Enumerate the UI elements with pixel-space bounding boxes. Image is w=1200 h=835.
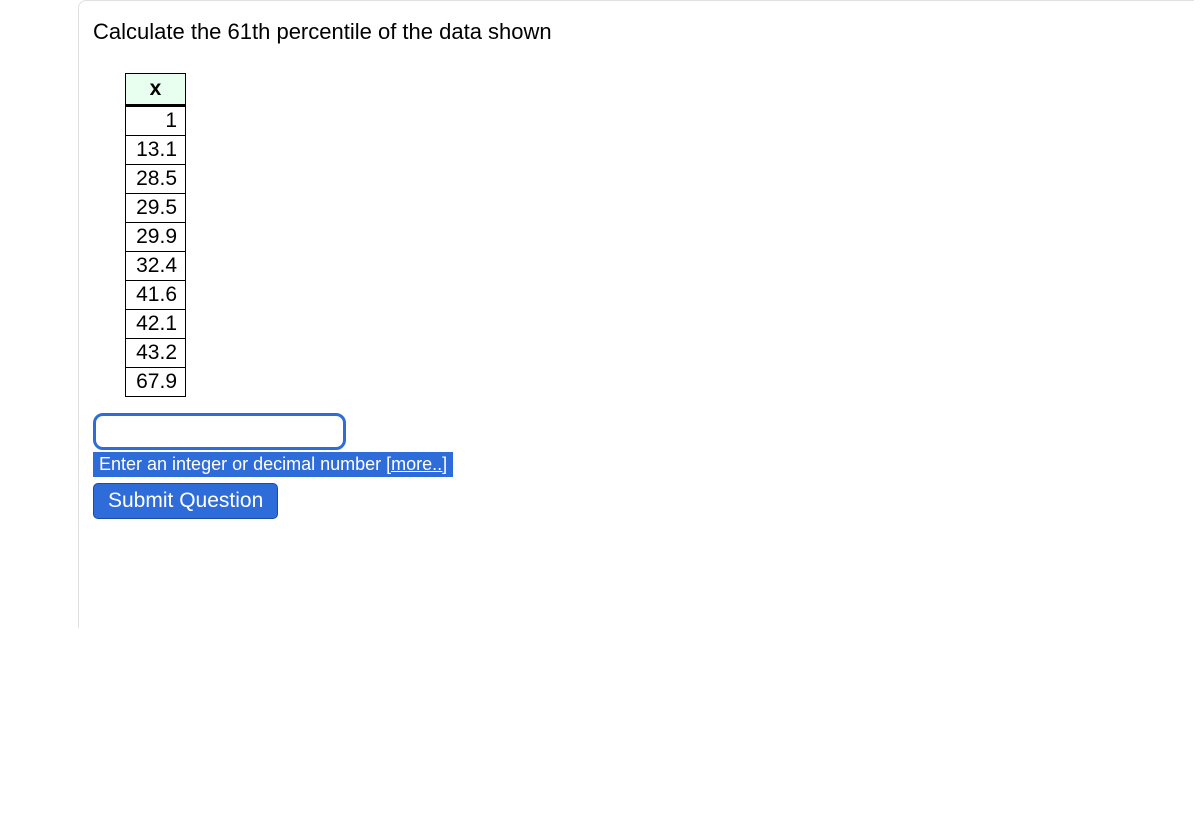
table-header-x: x — [126, 74, 186, 106]
table-cell: 43.2 — [126, 339, 186, 368]
table-cell: 42.1 — [126, 310, 186, 339]
question-container: Calculate the 61th percentile of the dat… — [78, 0, 1194, 628]
table-cell: 29.9 — [126, 223, 186, 252]
table-cell: 67.9 — [126, 368, 186, 397]
table-cell: 29.5 — [126, 194, 186, 223]
data-table: x 1 13.1 28.5 29.5 29.9 32.4 41.6 42.1 4… — [125, 73, 186, 397]
table-cell: 41.6 — [126, 281, 186, 310]
hint-text: Enter an integer or decimal number — [99, 454, 386, 474]
table-cell: 28.5 — [126, 165, 186, 194]
table-cell: 1 — [126, 106, 186, 136]
table-cell: 32.4 — [126, 252, 186, 281]
answer-input[interactable] — [93, 413, 346, 450]
submit-button[interactable]: Submit Question — [93, 483, 278, 519]
input-hint: Enter an integer or decimal number [more… — [93, 452, 453, 477]
question-prompt: Calculate the 61th percentile of the dat… — [93, 19, 1194, 45]
hint-more-link[interactable]: [more..] — [386, 454, 447, 474]
table-cell: 13.1 — [126, 136, 186, 165]
